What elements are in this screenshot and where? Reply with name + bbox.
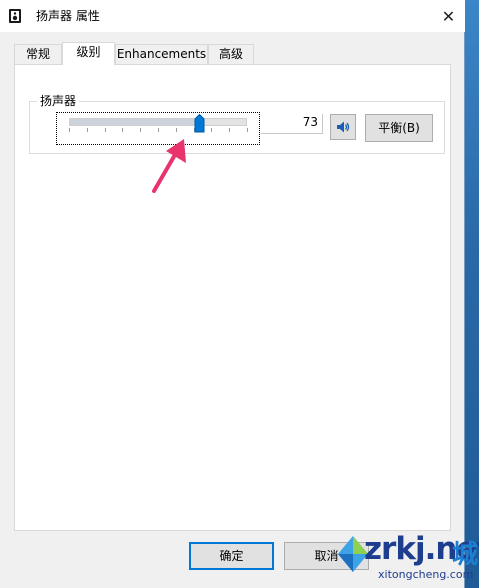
volume-slider-track[interactable] xyxy=(69,118,247,126)
tab-general[interactable]: 常规 xyxy=(14,44,62,64)
title-bar: 扬声器 属性 ✕ xyxy=(0,0,465,32)
watermark-logo: zrkj.net 城 xitongcheng.com xyxy=(334,528,479,588)
speaker-level-group: 扬声器 73 平衡(B) xyxy=(29,93,445,154)
ok-button[interactable]: 确定 xyxy=(189,542,274,570)
watermark-extra: 城 xyxy=(452,540,479,570)
volume-slider-thumb[interactable] xyxy=(194,114,205,133)
levels-panel: 扬声器 73 平衡(B) xyxy=(14,64,451,531)
tab-enhancements[interactable]: Enhancements xyxy=(115,44,208,64)
slider-tick xyxy=(229,128,231,132)
balance-button[interactable]: 平衡(B) xyxy=(365,114,433,142)
slider-tick xyxy=(69,128,70,132)
slider-tick xyxy=(140,128,142,132)
window-title: 扬声器 属性 xyxy=(36,9,100,23)
close-icon: ✕ xyxy=(441,6,456,26)
slider-tick xyxy=(122,128,124,132)
slider-tick xyxy=(211,128,213,132)
watermark-sub: xitongcheng.com xyxy=(378,568,474,581)
tab-strip: 常规 级别 Enhancements 高级 xyxy=(14,42,454,65)
speaker-icon xyxy=(337,121,350,133)
mute-button[interactable] xyxy=(330,114,356,140)
volume-value-field[interactable]: 73 xyxy=(261,114,323,134)
speaker-properties-icon xyxy=(9,9,21,23)
desktop-background xyxy=(463,0,479,588)
tab-levels[interactable]: 级别 xyxy=(62,42,115,65)
slider-tick xyxy=(158,128,159,132)
volume-slider-fill xyxy=(70,119,200,125)
slider-tick xyxy=(247,128,248,132)
properties-dialog: 扬声器 属性 ✕ 常规 级别 Enhancements 高级 扬声器 73 平衡… xyxy=(0,0,465,588)
annotation-arrow-icon xyxy=(152,139,186,193)
slider-tick xyxy=(86,128,88,132)
close-button[interactable]: ✕ xyxy=(432,0,465,32)
slider-tick xyxy=(175,128,177,132)
slider-tick xyxy=(104,128,106,132)
group-label: 扬声器 xyxy=(37,93,80,109)
tab-advanced[interactable]: 高级 xyxy=(208,44,254,64)
